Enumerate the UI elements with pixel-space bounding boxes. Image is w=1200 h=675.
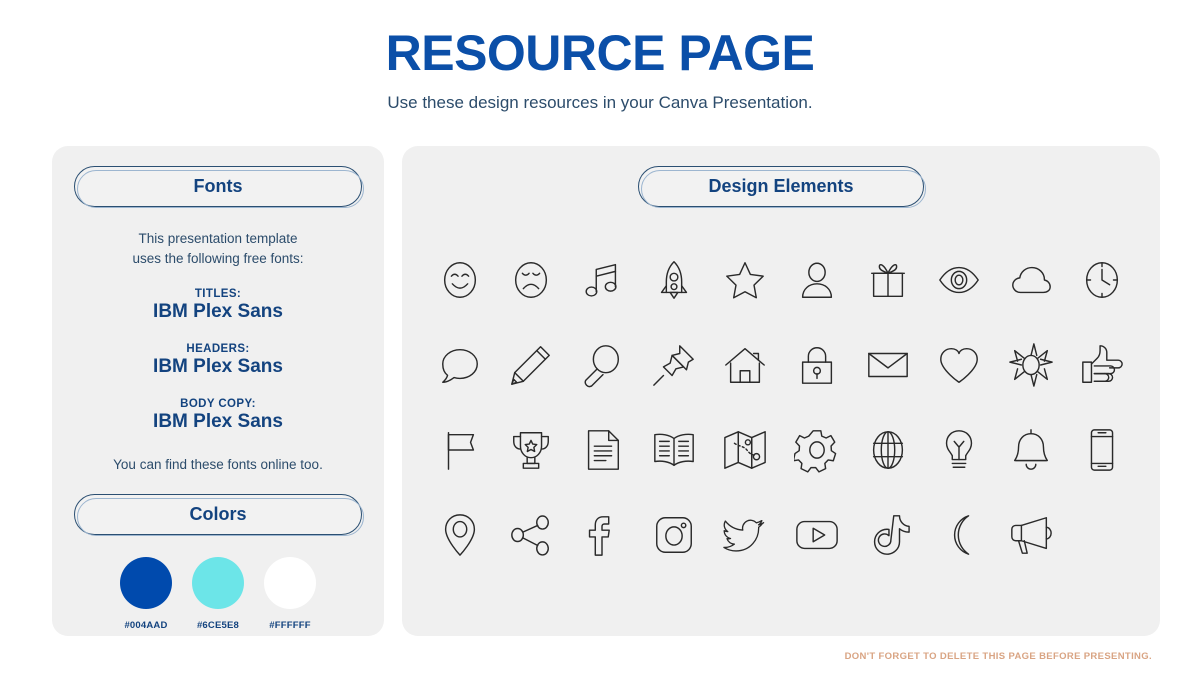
fonts-section-label: Fonts — [193, 176, 243, 196]
share-icon[interactable] — [508, 512, 554, 558]
trophy-icon[interactable] — [508, 427, 554, 473]
tiktok-icon[interactable] — [865, 512, 911, 558]
book-icon[interactable] — [651, 427, 697, 473]
person-icon[interactable] — [794, 257, 840, 303]
map-icon[interactable] — [722, 427, 768, 473]
cloud-icon[interactable] — [1008, 257, 1054, 303]
colors-section-label: Colors — [189, 504, 247, 525]
pushpin-icon[interactable] — [651, 342, 697, 388]
clock-icon[interactable] — [1079, 257, 1125, 303]
sun-icon[interactable] — [1008, 342, 1054, 388]
heart-icon[interactable] — [936, 342, 982, 388]
panels-container: Fonts This presentation template uses th… — [52, 146, 1160, 636]
fonts-section-header: Fonts — [74, 166, 364, 208]
globe-icon[interactable] — [865, 427, 911, 473]
font-family-name: IBM Plex Sans — [153, 356, 283, 378]
color-swatch-hex: #6CE5E8 — [196, 620, 240, 632]
color-swatches: #004AAD #6CE5E8 #FFFFFF — [72, 557, 364, 631]
fonts-intro-line-1: This presentation template — [138, 231, 298, 246]
smiley-face-icon[interactable] — [437, 257, 483, 303]
fonts-footnote: You can find these fonts online too. — [113, 457, 323, 473]
sad-face-icon[interactable] — [508, 257, 554, 303]
colors-section-header: Colors — [74, 494, 364, 537]
eye-icon[interactable] — [936, 257, 982, 303]
design-elements-panel: Design Elements — [402, 146, 1160, 636]
house-icon[interactable] — [722, 342, 768, 388]
bell-icon[interactable] — [1008, 427, 1054, 473]
phone-icon[interactable] — [1079, 427, 1125, 473]
design-elements-section-label: Design Elements — [708, 176, 854, 196]
font-family-name: IBM Plex Sans — [153, 301, 283, 323]
color-swatch[interactable]: #6CE5E8 — [187, 557, 249, 631]
speech-bubble-icon[interactable] — [437, 342, 483, 388]
color-swatch-hex: #004AAD — [124, 620, 168, 632]
music-notes-icon[interactable] — [579, 257, 625, 303]
gear-icon[interactable] — [793, 427, 840, 473]
font-entry-titles: TITLES: IBM Plex Sans — [72, 288, 364, 323]
font-entry-body-copy: BODY COPY: IBM Plex Sans — [72, 398, 364, 433]
fonts-intro-text: This presentation template uses the foll… — [72, 229, 364, 268]
youtube-icon[interactable] — [794, 512, 840, 558]
document-icon[interactable] — [579, 427, 625, 473]
color-swatch-dot — [192, 557, 244, 610]
gift-icon[interactable] — [865, 257, 911, 303]
location-pin-icon[interactable] — [437, 512, 483, 558]
star-icon[interactable] — [722, 257, 768, 303]
font-family-name: IBM Plex Sans — [153, 411, 283, 433]
rocket-icon[interactable] — [651, 257, 697, 303]
color-swatch[interactable]: #FFFFFF — [259, 557, 321, 631]
lightbulb-icon[interactable] — [936, 427, 982, 473]
design-elements-section-header: Design Elements — [638, 166, 926, 208]
font-role-label: HEADERS: — [186, 343, 250, 356]
font-entry-headers: HEADERS: IBM Plex Sans — [72, 343, 364, 378]
magnifying-glass-icon[interactable] — [579, 342, 625, 388]
page-subtitle: Use these design resources in your Canva… — [387, 93, 813, 112]
instagram-icon[interactable] — [651, 512, 697, 558]
thumbs-up-icon[interactable] — [1079, 342, 1125, 388]
twitter-icon[interactable] — [722, 512, 768, 558]
envelope-icon[interactable] — [865, 342, 911, 388]
color-swatch-dot — [264, 557, 316, 610]
color-swatch-dot — [120, 557, 172, 610]
flag-icon[interactable] — [437, 427, 483, 473]
icon-grid — [424, 237, 1138, 577]
fonts-panel: Fonts This presentation template uses th… — [52, 146, 384, 636]
page-title: RESOURCE PAGE — [385, 25, 815, 81]
facebook-icon[interactable] — [579, 512, 625, 558]
page-header: RESOURCE PAGE Use these design resources… — [0, 0, 1200, 113]
moon-icon[interactable] — [936, 512, 982, 558]
lock-icon[interactable] — [794, 342, 840, 388]
fonts-intro-line-2: uses the following free fonts: — [132, 250, 304, 266]
color-swatch-hex: #FFFFFF — [269, 620, 311, 632]
delete-page-reminder: DON'T FORGET TO DELETE THIS PAGE BEFORE … — [844, 651, 1152, 662]
font-role-label: BODY COPY: — [180, 398, 256, 411]
pencil-icon[interactable] — [508, 342, 554, 388]
color-swatch[interactable]: #004AAD — [115, 557, 177, 631]
font-role-label: TITLES: — [194, 288, 242, 301]
megaphone-icon[interactable] — [1008, 512, 1054, 558]
